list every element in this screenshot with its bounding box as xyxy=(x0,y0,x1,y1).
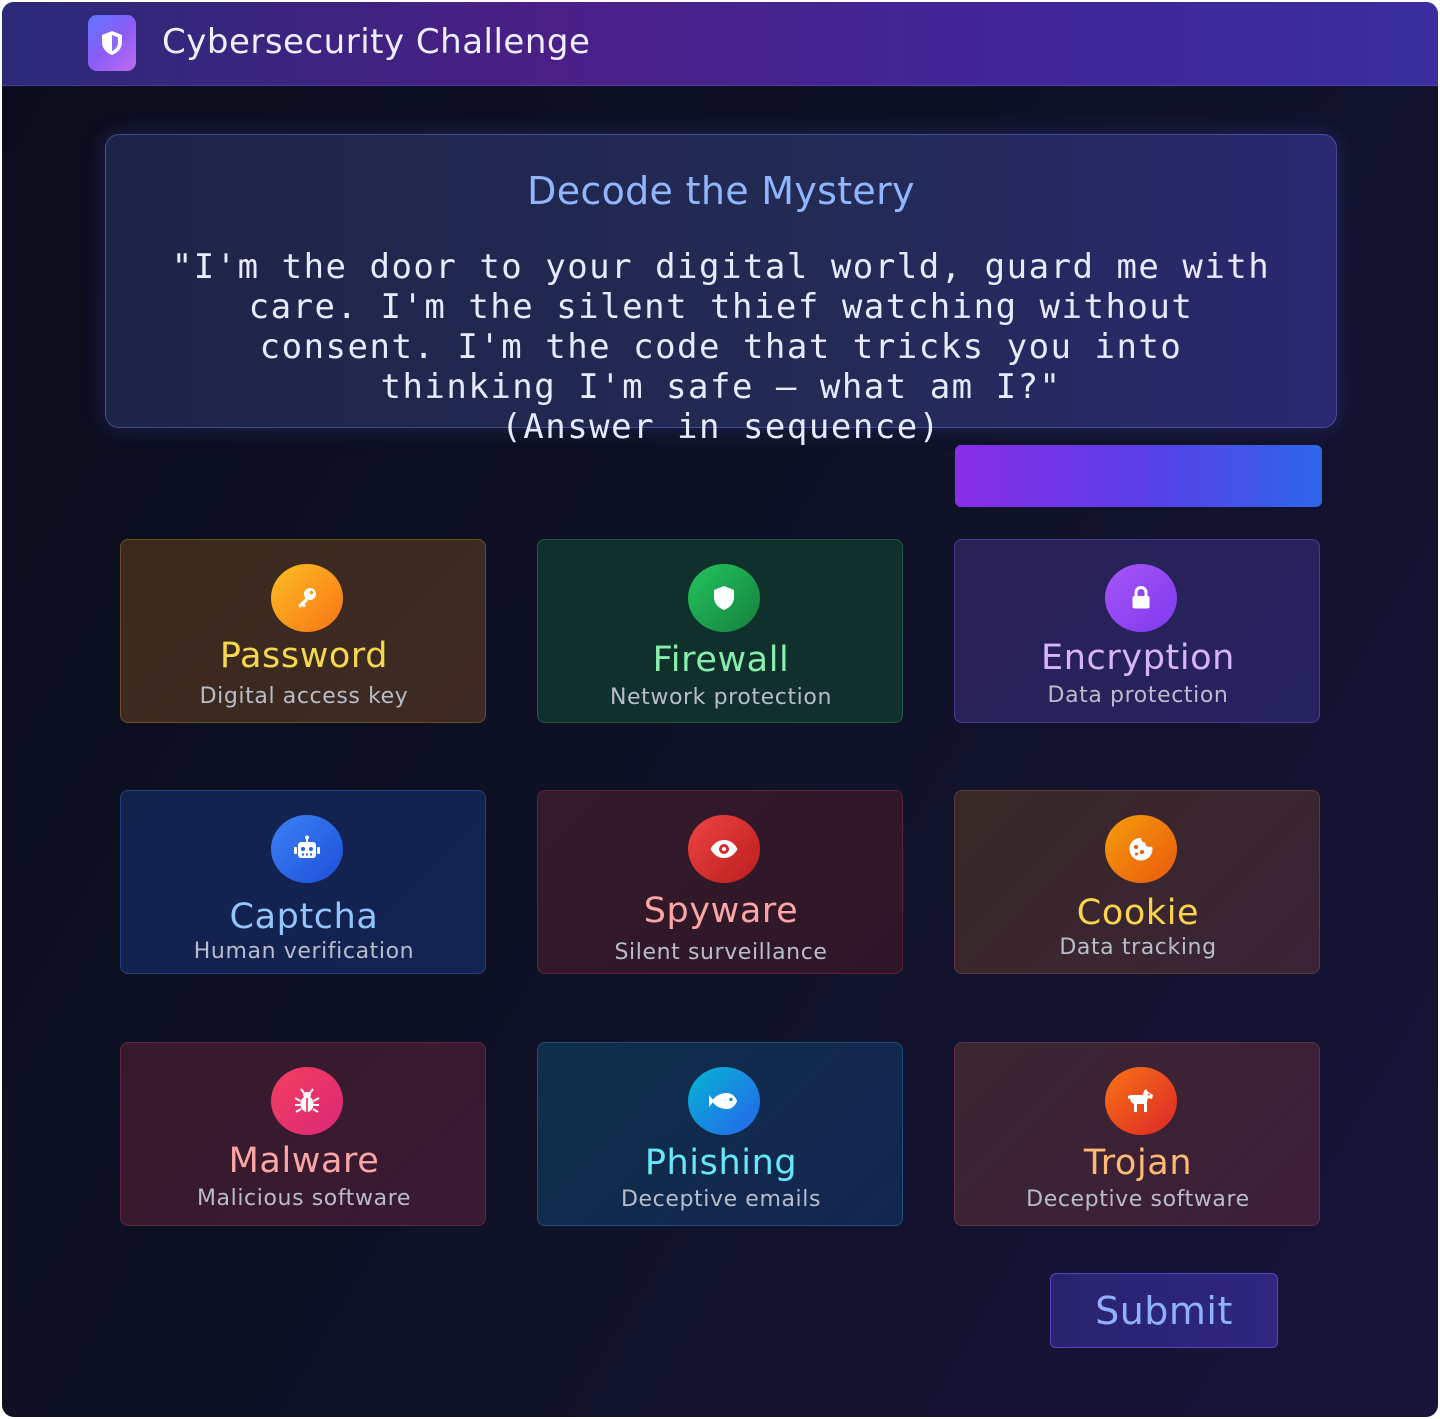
eye-icon xyxy=(710,840,738,858)
fish-icon xyxy=(709,1093,737,1109)
tile-name: Phishing xyxy=(644,1143,798,1183)
lock-icon xyxy=(1132,585,1150,609)
riddle-heading: Decode the Mystery xyxy=(527,169,915,213)
tile-phishing[interactable]: Phishing Deceptive emails xyxy=(537,1042,903,1226)
key-icon xyxy=(298,588,316,608)
tile-icon-circle xyxy=(1105,815,1177,883)
tile-name: Firewall xyxy=(652,640,790,680)
app-window: Cybersecurity Challenge Decode the Myste… xyxy=(2,2,1438,1417)
tile-icon-circle xyxy=(688,564,760,632)
tile-icon-circle xyxy=(688,1067,760,1135)
tile-trojan[interactable]: Trojan Deceptive software xyxy=(954,1042,1320,1226)
shield-icon xyxy=(102,31,122,55)
shield-icon xyxy=(714,586,734,610)
tile-captcha[interactable]: Captcha Human verification xyxy=(120,790,486,974)
tile-icon-circle xyxy=(1105,564,1177,632)
tile-desc: Deceptive software xyxy=(1026,1187,1250,1212)
tile-icon-circle xyxy=(1105,1067,1177,1135)
app-logo xyxy=(88,15,136,71)
tile-desc: Silent surveillance xyxy=(614,940,828,965)
tile-desc: Malicious software xyxy=(196,1186,412,1211)
tile-desc: Digital access key xyxy=(199,684,409,709)
riddle-card: Decode the Mystery "I'm the door to your… xyxy=(105,134,1337,447)
tile-firewall[interactable]: Firewall Network protection xyxy=(537,539,903,723)
riddle-note: (Answer in sequence) xyxy=(501,407,941,447)
tile-malware[interactable]: Malware Malicious software xyxy=(120,1042,486,1226)
tile-desc: Deceptive emails xyxy=(620,1187,822,1212)
app-header: Cybersecurity Challenge xyxy=(2,2,1438,86)
bug-icon xyxy=(294,1088,320,1113)
tile-name: Trojan xyxy=(1083,1143,1193,1183)
tile-name: Captcha xyxy=(229,897,379,937)
tile-name: Cookie xyxy=(1076,893,1200,933)
riddle-text: "I'm the door to your digital world, gua… xyxy=(166,247,1276,447)
riddle-question: "I'm the door to your digital world, gua… xyxy=(171,247,1271,407)
cookie-icon xyxy=(1129,837,1153,861)
tile-desc: Network protection xyxy=(609,685,833,710)
robot-icon xyxy=(294,835,320,858)
tile-icon-circle xyxy=(271,564,343,632)
tile-icon-circle xyxy=(271,1067,343,1135)
answer-sequence-bar xyxy=(955,445,1322,507)
tile-desc: Data protection xyxy=(1047,683,1229,708)
tile-cookie[interactable]: Cookie Data tracking xyxy=(954,790,1320,974)
tile-name: Encryption xyxy=(1041,638,1235,678)
submit-button[interactable]: Submit xyxy=(1050,1273,1278,1348)
app-title: Cybersecurity Challenge xyxy=(162,22,591,62)
tile-name: Spyware xyxy=(643,891,799,931)
horse-icon xyxy=(1128,1089,1153,1112)
tile-name: Password xyxy=(219,636,389,676)
tile-password[interactable]: Password Digital access key xyxy=(120,539,486,723)
tile-icon-circle xyxy=(688,815,760,883)
tile-desc: Data tracking xyxy=(1059,935,1217,960)
tile-desc: Human verification xyxy=(193,939,415,964)
tile-spyware[interactable]: Spyware Silent surveillance xyxy=(537,790,903,974)
tile-icon-circle xyxy=(271,815,343,883)
tile-name: Malware xyxy=(228,1141,380,1181)
tile-encryption[interactable]: Encryption Data protection xyxy=(954,539,1320,723)
